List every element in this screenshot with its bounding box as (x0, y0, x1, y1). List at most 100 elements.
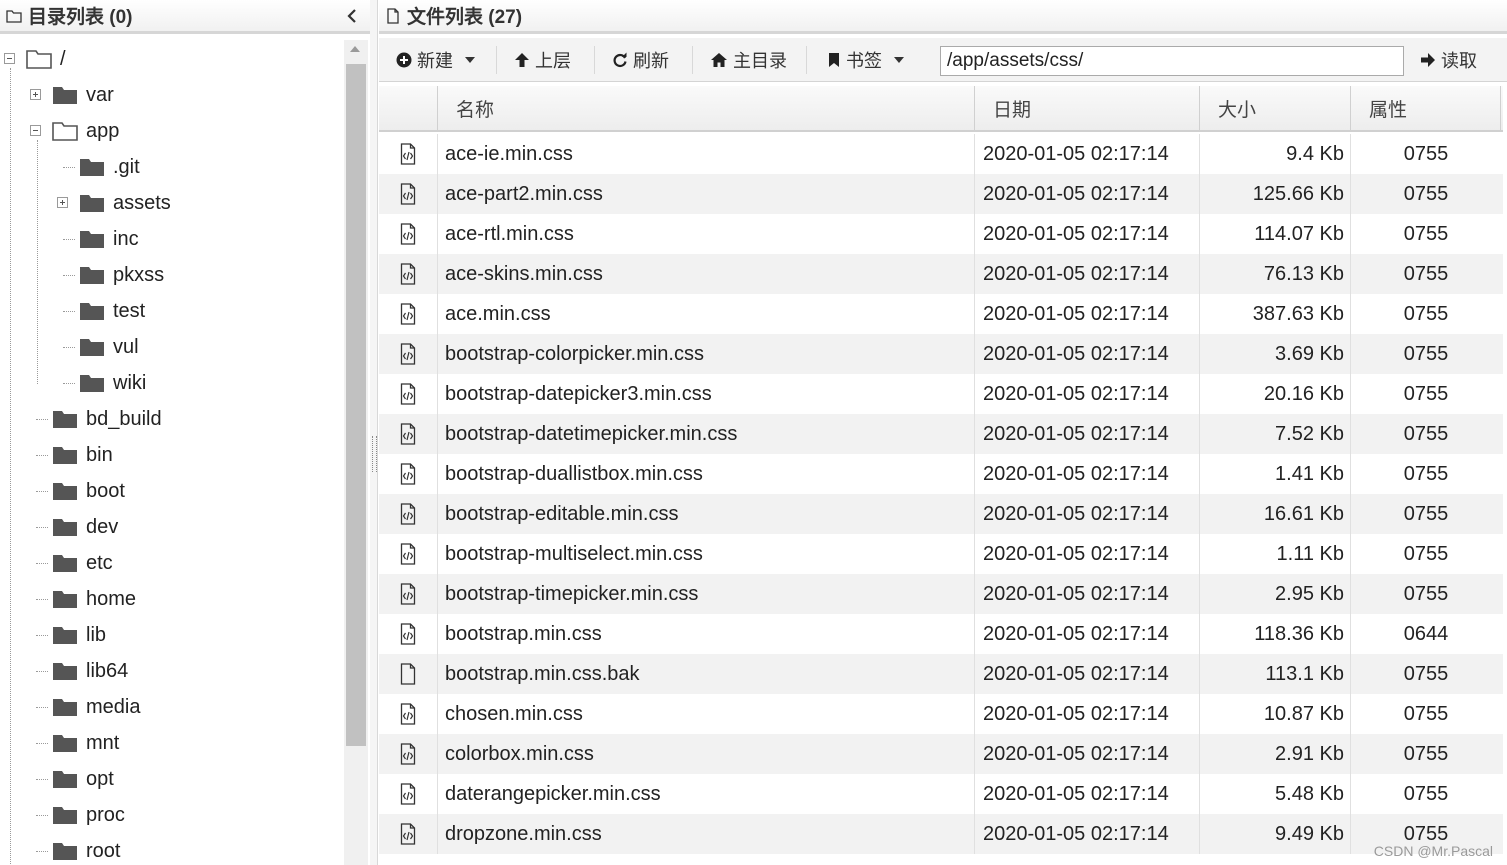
bookmark-button[interactable]: 书签 (827, 38, 904, 82)
file-name[interactable]: ace-skins.min.css (438, 254, 974, 294)
tree-scrollbar[interactable] (344, 40, 368, 865)
up-level-button[interactable]: 上层 (514, 38, 571, 82)
file-name[interactable]: ace-rtl.min.css (438, 214, 974, 254)
file-icon-cell (379, 294, 437, 334)
tree-node[interactable]: boot (52, 474, 125, 508)
collapse-panel-button[interactable] (344, 6, 360, 26)
file-row[interactable]: bootstrap.min.css 2020-01-05 02:17:14 118.… (379, 614, 1503, 654)
tree-node[interactable]: / (26, 42, 66, 76)
home-dir-button[interactable]: 主目录 (710, 38, 787, 82)
code-file-icon (400, 743, 416, 765)
tree-node[interactable]: root (52, 834, 120, 865)
column-header-size[interactable]: 大小 (1200, 86, 1351, 130)
panel-splitter[interactable] (370, 0, 378, 865)
scroll-up-arrow-icon[interactable] (350, 46, 360, 52)
tree-node-label: inc (113, 227, 139, 250)
file-name[interactable]: ace.min.css (438, 294, 974, 334)
file-name[interactable]: ace-part2.min.css (438, 174, 974, 214)
file-outline-icon (387, 7, 399, 24)
file-name[interactable]: chosen.min.css (438, 694, 974, 734)
file-name[interactable]: daterangepicker.min.css (438, 774, 974, 814)
tree-node[interactable]: opt (52, 762, 114, 796)
column-header-attr[interactable]: 属性 (1351, 86, 1501, 130)
file-name[interactable]: bootstrap-timepicker.min.css (438, 574, 974, 614)
tree-node[interactable]: vul (79, 330, 139, 364)
refresh-button[interactable]: 刷新 (612, 38, 669, 82)
file-name[interactable]: bootstrap.min.css.bak (438, 654, 974, 694)
tree-node-label: pkxss (113, 263, 165, 286)
file-name[interactable]: dropzone.min.css (438, 814, 974, 854)
file-row[interactable]: chosen.min.css 2020-01-05 02:17:14 10.87 K… (379, 694, 1503, 734)
file-icon-cell (379, 454, 437, 494)
tree-connector (63, 347, 75, 348)
tree-connector (36, 707, 48, 708)
file-icon-cell (379, 694, 437, 734)
file-name[interactable]: bootstrap-datetimepicker.min.css (438, 414, 974, 454)
file-row[interactable]: daterangepicker.min.css 2020-01-05 02:17:… (379, 774, 1503, 814)
column-header-name[interactable]: 名称 (438, 86, 975, 130)
file-table-header: 名称 日期 大小 属性 (379, 86, 1503, 132)
tree-node[interactable]: mnt (52, 726, 119, 760)
tree-node[interactable]: lib64 (52, 654, 128, 688)
tree-node[interactable]: home (52, 582, 136, 616)
folder-icon (53, 87, 77, 104)
file-row[interactable]: bootstrap.min.css.bak 2020-01-05 02:17:14… (379, 654, 1503, 694)
tree-node[interactable]: wiki (79, 366, 146, 400)
tree-node[interactable]: media (52, 690, 140, 724)
file-name[interactable]: bootstrap-editable.min.css (438, 494, 974, 534)
tree-node[interactable]: .git (79, 150, 140, 184)
file-size: 3.69 Kb (1275, 342, 1344, 365)
expand-node-icon[interactable] (30, 89, 41, 100)
tree-node[interactable]: var (52, 78, 114, 112)
file-row[interactable]: ace-rtl.min.css 2020-01-05 02:17:14 114.07… (379, 214, 1503, 254)
column-header-date[interactable]: 日期 (975, 86, 1200, 130)
file-row[interactable]: bootstrap-timepicker.min.css 2020-01-05 0… (379, 574, 1503, 614)
tree-node[interactable]: pkxss (79, 258, 164, 292)
file-row[interactable]: bootstrap-datepicker3.min.css 2020-01-05 … (379, 374, 1503, 414)
tree-scrollbar-thumb[interactable] (346, 64, 366, 746)
file-row[interactable]: ace-ie.min.css 2020-01-05 02:17:14 9.4 Kb 0… (379, 134, 1503, 174)
file-name[interactable]: bootstrap-duallistbox.min.css (438, 454, 974, 494)
file-row[interactable]: bootstrap-colorpicker.min.css 2020-01-05 … (379, 334, 1503, 374)
file-row[interactable]: dropzone.min.css 2020-01-05 02:17:14 9.49 … (379, 814, 1503, 854)
file-row[interactable]: colorbox.min.css 2020-01-05 02:17:14 2.91 … (379, 734, 1503, 774)
file-name[interactable]: ace-ie.min.css (438, 134, 974, 174)
file-panel-title: 文件列表 (27) (407, 7, 523, 28)
bookmark-icon (829, 53, 839, 67)
tree-node[interactable]: assets (79, 186, 171, 220)
collapse-node-icon[interactable] (4, 53, 15, 64)
file-name[interactable]: bootstrap-datepicker3.min.css (438, 374, 974, 414)
file-row[interactable]: bootstrap-editable.min.css 2020-01-05 02:… (379, 494, 1503, 534)
tree-node[interactable]: bin (52, 438, 113, 472)
collapse-node-icon[interactable] (30, 125, 41, 136)
file-name[interactable]: bootstrap.min.css (438, 614, 974, 654)
file-attr: 0755 (1403, 222, 1449, 245)
tree-node[interactable]: app (52, 114, 119, 148)
new-button[interactable]: 新建 (396, 38, 475, 82)
file-row[interactable]: bootstrap-multiselect.min.css 2020-01-05 … (379, 534, 1503, 574)
caret-down-icon (894, 57, 904, 63)
file-attr: 0755 (1403, 742, 1449, 765)
file-name[interactable]: bootstrap-colorpicker.min.css (438, 334, 974, 374)
path-input[interactable] (940, 46, 1404, 76)
file-row[interactable]: ace-skins.min.css 2020-01-05 02:17:14 76.1… (379, 254, 1503, 294)
tree-node[interactable]: bd_build (52, 402, 162, 436)
file-row[interactable]: bootstrap-duallistbox.min.css 2020-01-05 … (379, 454, 1503, 494)
file-name[interactable]: bootstrap-multiselect.min.css (438, 534, 974, 574)
file-row[interactable]: bootstrap-datetimepicker.min.css 2020-01-… (379, 414, 1503, 454)
file-name[interactable]: colorbox.min.css (438, 734, 974, 774)
tree-node[interactable]: etc (52, 546, 113, 580)
read-button[interactable]: 读取 (1420, 38, 1477, 82)
tree-node[interactable]: proc (52, 798, 125, 832)
file-row[interactable]: ace.min.css 2020-01-05 02:17:14 387.63 Kb 0… (379, 294, 1503, 334)
tree-node[interactable]: lib (52, 618, 106, 652)
expand-node-icon[interactable] (57, 197, 68, 208)
file-icon-cell (379, 494, 437, 534)
tree-node[interactable]: test (79, 294, 145, 328)
tree-node[interactable]: inc (79, 222, 139, 256)
splitter-grip[interactable] (372, 436, 377, 472)
tree-node[interactable]: dev (52, 510, 118, 544)
file-date: 2020-01-05 02:17:14 (983, 262, 1169, 285)
file-row[interactable]: ace-part2.min.css 2020-01-05 02:17:14 125.… (379, 174, 1503, 214)
tree-connector (36, 743, 48, 744)
